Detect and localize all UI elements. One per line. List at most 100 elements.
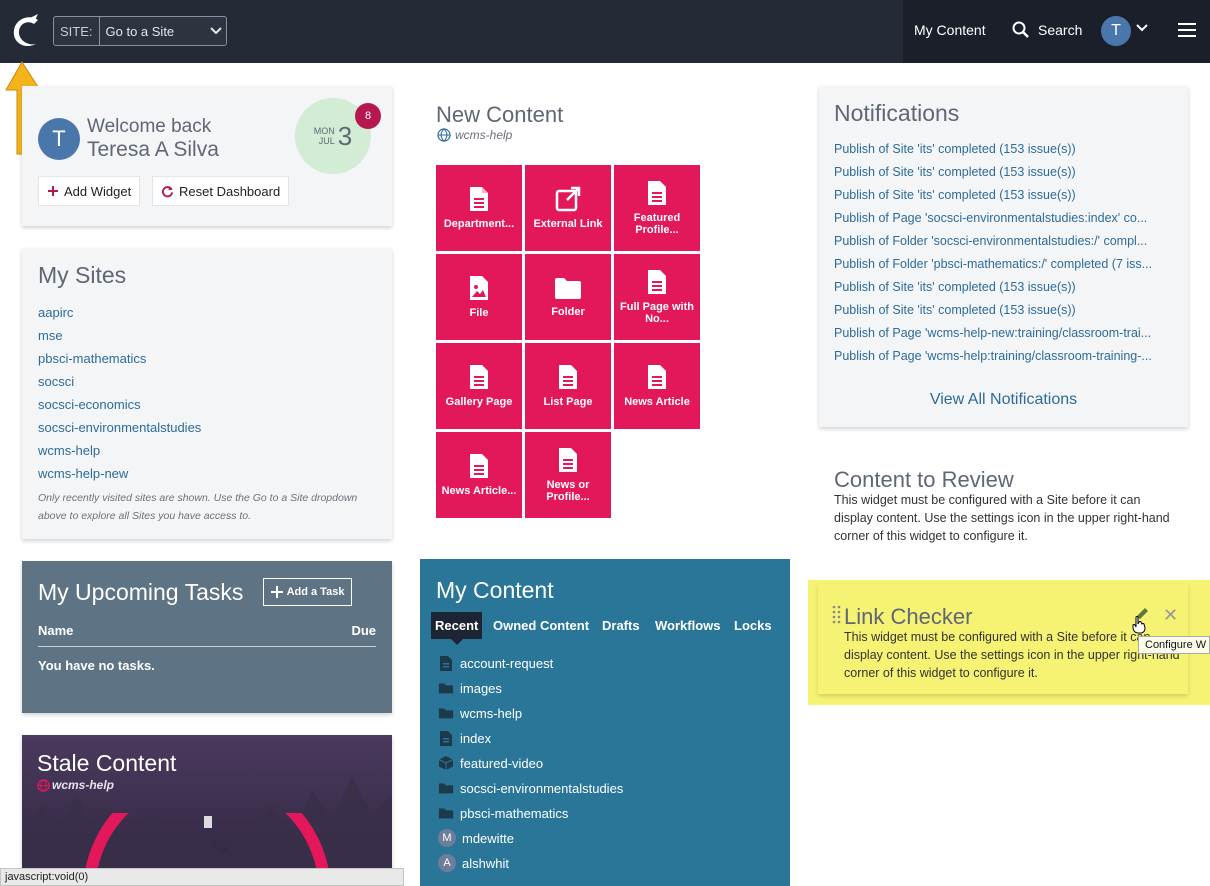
notification-link[interactable]: Publish of Folder 'socsci-environmentals…	[834, 234, 1174, 248]
list-item[interactable]: socsci-environmentalstudies	[438, 778, 623, 798]
new-featured-profile-tile[interactable]: Featured Profile...	[614, 165, 700, 251]
nav-search-label: Search	[1038, 22, 1083, 38]
new-news-or-profile-tile[interactable]: News or Profile...	[525, 432, 611, 518]
plus-icon	[48, 186, 58, 196]
welcome-greeting: Welcome back	[87, 116, 212, 137]
document-icon	[470, 187, 488, 211]
site-link[interactable]: socsci-economics	[38, 397, 141, 412]
new-content-site: wcms-help	[437, 128, 512, 142]
new-full-page-tile[interactable]: Full Page with No...	[614, 254, 700, 340]
new-gallery-page-tile[interactable]: Gallery Page	[436, 343, 522, 429]
new-external-link-tile[interactable]: External Link	[525, 165, 611, 251]
notification-link[interactable]: Publish of Page 'wcms-help:training/clas…	[834, 349, 1174, 363]
tab-owned-content[interactable]: Owned Content	[489, 612, 593, 639]
notifications-widget: Notifications Publish of Site 'its' comp…	[819, 86, 1188, 427]
notification-link[interactable]: Publish of Page 'socsci-environmentalstu…	[834, 211, 1174, 225]
site-link[interactable]: socsci-environmentalstudies	[38, 420, 201, 435]
upcoming-tasks-widget: My Upcoming Tasks Add a Task Name Due Yo…	[22, 561, 392, 713]
notification-link[interactable]: Publish of Site 'its' completed (153 iss…	[834, 188, 1174, 202]
document-icon	[648, 270, 666, 294]
folder-icon	[438, 808, 454, 819]
browser-status-bar: javascript:void(0)	[0, 868, 404, 886]
external-link-icon	[555, 186, 581, 212]
site-select-dropdown[interactable]: SITE: Go to a Site	[53, 16, 227, 46]
cascade-logo-icon[interactable]	[8, 12, 46, 50]
notifications-title: Notifications	[834, 100, 960, 126]
site-link[interactable]: wcms-help-new	[38, 466, 128, 481]
site-select-value: Go to a Site	[105, 23, 175, 39]
tasks-table-header: Name Due	[38, 623, 376, 647]
list-item-label: images	[460, 680, 502, 696]
tab-workflows[interactable]: Workflows	[651, 612, 725, 639]
add-widget-button[interactable]: Add Widget	[38, 176, 141, 206]
list-item-label: wcms-help	[460, 705, 523, 721]
notification-link[interactable]: Publish of Site 'its' completed (153 iss…	[834, 165, 1174, 179]
site-link[interactable]: aapirc	[38, 305, 73, 320]
tab-recent[interactable]: Recent	[431, 612, 483, 645]
tile-label: Department...	[443, 218, 515, 230]
date-weekday: MON	[313, 126, 335, 136]
nav-my-content-link[interactable]: My Content	[914, 22, 986, 38]
tile-label: News Article...	[441, 485, 517, 497]
list-item[interactable]: pbsci-mathematics	[438, 803, 568, 823]
content-to-review-message: This widget must be configured with a Si…	[834, 493, 1170, 543]
document-icon	[470, 454, 488, 478]
tile-label: List Page	[543, 396, 593, 408]
date-month: JUL	[318, 136, 335, 146]
my-content-title: My Content	[436, 577, 554, 603]
folder-icon	[438, 783, 454, 794]
new-news-article-tile[interactable]: News Article	[614, 343, 700, 429]
list-item[interactable]: A alshwhit	[438, 853, 509, 873]
document-icon	[559, 365, 577, 389]
site-link[interactable]: wcms-help	[38, 443, 100, 458]
new-list-page-tile[interactable]: List Page	[525, 343, 611, 429]
tile-label: File	[469, 307, 489, 319]
new-content-site-label: wcms-help	[455, 128, 513, 142]
list-item[interactable]: M mdewitte	[438, 828, 514, 848]
site-select-label: SITE:	[54, 17, 100, 45]
notification-link[interactable]: Publish of Site 'its' completed (153 iss…	[834, 280, 1174, 294]
new-news-article-variant-tile[interactable]: News Article...	[436, 432, 522, 518]
tile-label: External Link	[533, 218, 603, 230]
document-icon	[440, 655, 452, 671]
tab-drafts[interactable]: Drafts	[598, 612, 644, 639]
view-all-notifications-link[interactable]: View All Notifications	[819, 391, 1188, 409]
avatar: M	[438, 829, 456, 847]
tab-locks[interactable]: Locks	[730, 612, 776, 639]
close-icon[interactable]: ✕	[1163, 605, 1178, 626]
notification-link[interactable]: Publish of Site 'its' completed (153 iss…	[834, 303, 1174, 317]
new-department-tile[interactable]: Department...	[436, 165, 522, 251]
nav-search-button[interactable]: Search	[1012, 21, 1082, 39]
add-task-button[interactable]: Add a Task	[263, 578, 352, 606]
notification-count-badge[interactable]: 8	[355, 103, 381, 129]
new-file-tile[interactable]: File	[436, 254, 522, 340]
tasks-col-due: Due	[351, 623, 376, 638]
link-checker-message: This widget must be configured with a Si…	[844, 630, 1180, 680]
chevron-down-icon[interactable]	[1136, 24, 1148, 32]
plus-icon	[270, 586, 283, 598]
site-link[interactable]: socsci	[38, 374, 74, 389]
site-link[interactable]: pbsci-mathematics	[38, 351, 146, 366]
my-content-widget: My Content Recent Owned Content Drafts W…	[420, 559, 790, 886]
notification-link[interactable]: Publish of Folder 'pbsci-mathematics:/' …	[834, 257, 1174, 271]
list-item[interactable]: featured-video	[438, 753, 543, 773]
hamburger-menu-icon[interactable]	[1178, 22, 1198, 38]
list-item-label: pbsci-mathematics	[460, 805, 569, 821]
notification-link[interactable]: Publish of Site 'its' completed (153 iss…	[834, 142, 1174, 156]
list-item[interactable]: index	[438, 728, 491, 748]
list-item[interactable]: wcms-help	[438, 703, 522, 723]
tile-label: News or Profile...	[546, 479, 590, 503]
refresh-icon	[161, 185, 174, 197]
new-content-title: New Content	[436, 102, 564, 127]
list-item[interactable]: images	[438, 678, 502, 698]
site-link[interactable]: mse	[38, 328, 63, 343]
new-folder-tile[interactable]: Folder	[525, 254, 611, 340]
user-avatar[interactable]: T	[1101, 16, 1131, 46]
tile-label: Folder	[551, 306, 585, 318]
configure-tooltip: Configure W	[1138, 636, 1210, 654]
reset-dashboard-button[interactable]: Reset Dashboard	[152, 176, 290, 206]
document-icon	[559, 448, 577, 472]
notification-link[interactable]: Publish of Page 'wcms-help-new:training/…	[834, 326, 1174, 340]
drag-handle-icon[interactable]	[832, 604, 842, 628]
list-item[interactable]: account-request	[438, 653, 553, 673]
